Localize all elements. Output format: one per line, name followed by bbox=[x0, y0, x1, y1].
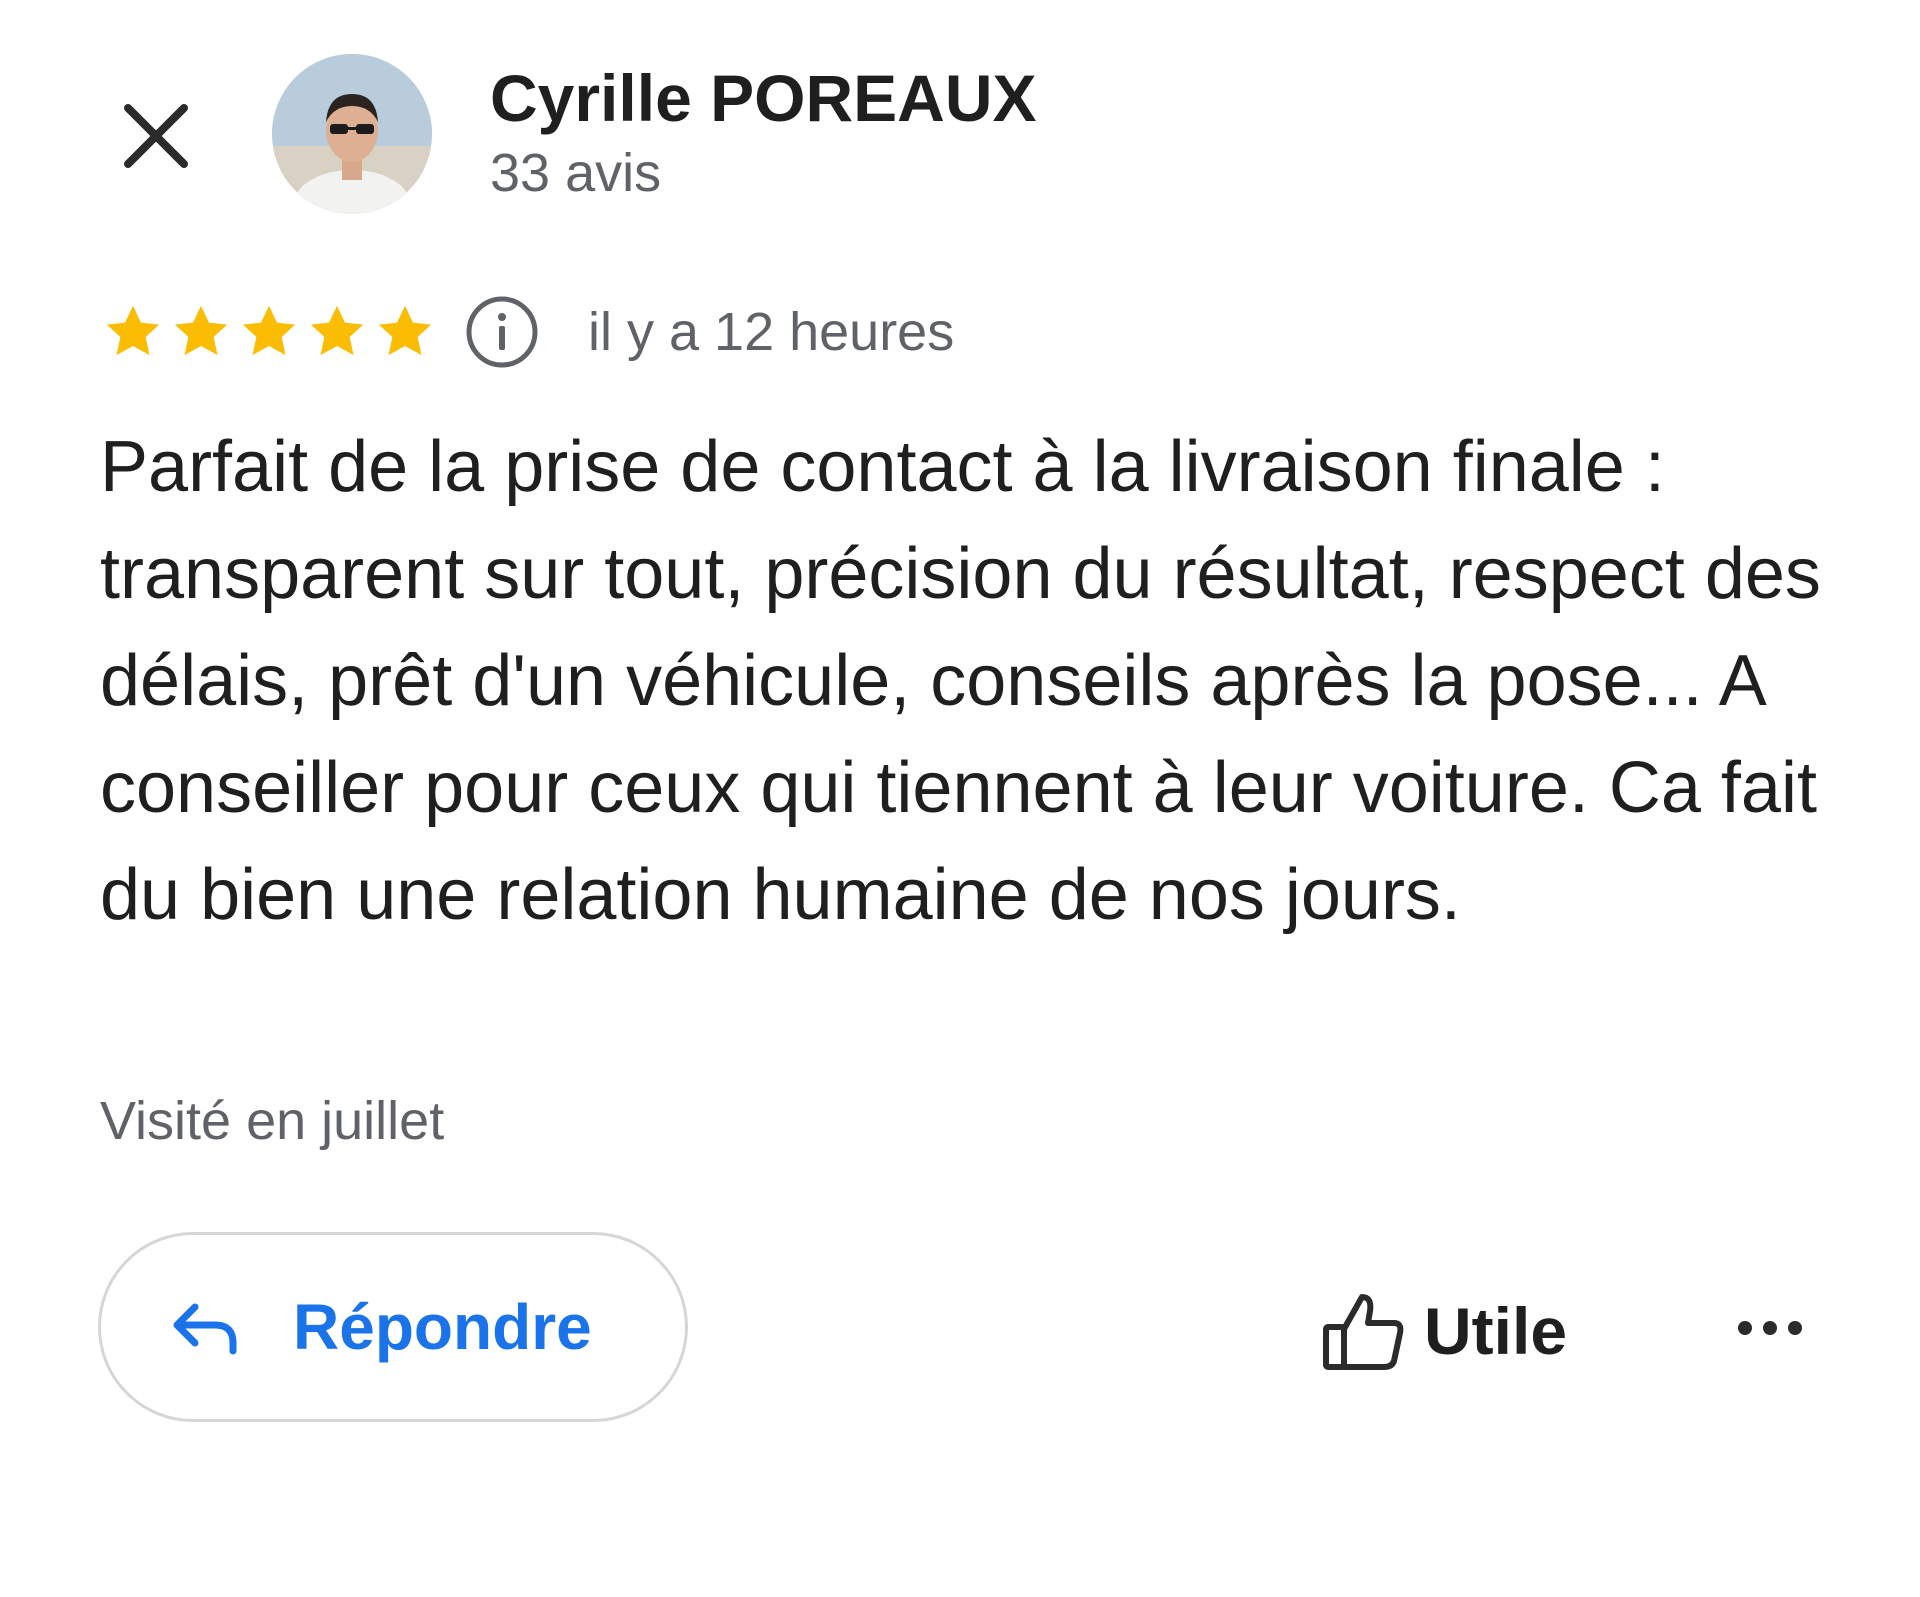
more-options-button[interactable] bbox=[1720, 1290, 1820, 1366]
close-icon bbox=[124, 104, 188, 168]
review-text: Parfait de la prise de contact à la livr… bbox=[100, 427, 1821, 935]
reply-label: Répondre bbox=[293, 1291, 592, 1363]
star-icon bbox=[174, 305, 228, 356]
star-icon bbox=[242, 305, 296, 356]
author-name[interactable]: Cyrille POREAUX bbox=[490, 58, 1037, 138]
avatar-photo bbox=[272, 54, 432, 214]
close-button[interactable] bbox=[108, 88, 204, 184]
star-icon bbox=[378, 305, 432, 356]
reply-arrow-icon bbox=[173, 1303, 237, 1355]
thumbs-up-icon bbox=[1323, 1294, 1404, 1370]
useful-label: Utile bbox=[1424, 1294, 1568, 1368]
reply-button[interactable]: Répondre bbox=[98, 1232, 688, 1422]
star-icon bbox=[310, 305, 364, 356]
rating-row: il y a 12 heures bbox=[100, 292, 954, 372]
review-count: 33 avis bbox=[490, 143, 662, 203]
star-icon bbox=[106, 305, 160, 356]
star-rating bbox=[100, 299, 438, 365]
author-info: Cyrille POREAUX 33 avis bbox=[490, 58, 1037, 208]
info-icon[interactable] bbox=[464, 294, 540, 370]
review-card: Cyrille POREAUX 33 avis il y a 12 heures… bbox=[0, 0, 1920, 1597]
review-time: il y a 12 heures bbox=[588, 302, 955, 362]
author-avatar[interactable] bbox=[272, 54, 432, 214]
useful-button[interactable]: Utile bbox=[1318, 1276, 1567, 1386]
visited-date: Visité en juillet bbox=[100, 1091, 445, 1151]
more-horizontal-icon bbox=[1738, 1321, 1802, 1335]
